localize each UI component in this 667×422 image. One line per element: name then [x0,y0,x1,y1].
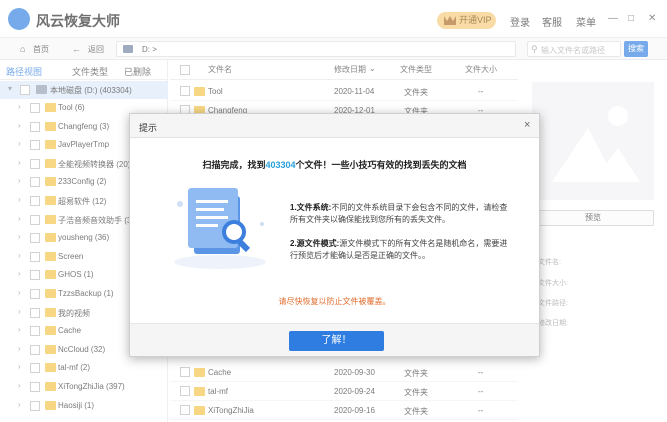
file-count: 403304 [265,160,296,170]
dialog-close-icon[interactable]: × [524,119,530,131]
dialog-title: 提示 [139,123,158,133]
tip-2: 2.源文件模式:源文件模式下的所有文件名是随机命名，需要进行预览后才能确认是否是… [290,238,512,262]
scan-complete-dialog: 提示 × 扫描完成，找到403304个文件！一些小技巧有效的找到丢失的文档 1.… [129,113,540,357]
dialog-headline: 扫描完成，找到403304个文件！一些小技巧有效的找到丢失的文档 [130,158,539,171]
tip-1: 1.文件系统:不同的文件系统目录下会包含不同的文件，请检查所有文件夹以确保能找到… [290,202,512,226]
headline-pre: 扫描完成，找到 [202,160,266,170]
overwrite-warning: 请尽快恢复以防止文件被覆盖。 [278,297,391,306]
tip1-title: 1.文件系统: [290,203,332,212]
headline-post: 个文件！一些小技巧有效的找到丢失的文档 [295,160,467,170]
document-search-icon [170,174,270,270]
ok-button[interactable]: 了解！ [289,331,384,351]
tip2-title: 2.源文件模式: [290,239,340,248]
dialog-footer: 了解！ [130,323,539,356]
dialog-header: 提示 × [130,114,539,138]
tips-block: 1.文件系统:不同的文件系统目录下会包含不同的文件，请检查所有文件夹以确保能找到… [290,202,512,262]
